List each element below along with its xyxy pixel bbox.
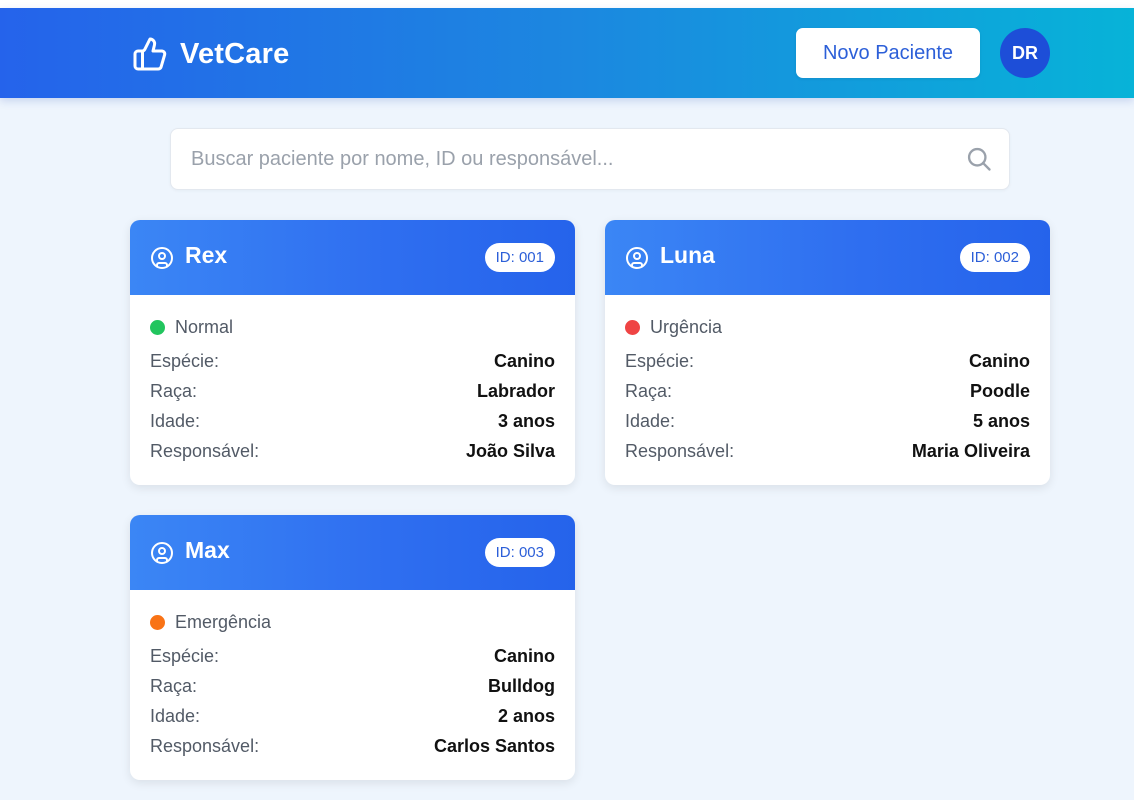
thumbs-up-icon	[133, 37, 167, 71]
field-label: Idade:	[150, 706, 201, 726]
search-bar	[170, 128, 1010, 190]
field-label: Espécie:	[150, 646, 220, 666]
field-value: 3 anos	[497, 411, 555, 431]
status-dot	[625, 319, 640, 335]
app-header: VetCare Novo Paciente DR	[0, 8, 1134, 98]
patient-card[interactable]: Max ID: 003 Emergência Espécie: Canino R…	[130, 515, 575, 780]
patient-id-badge: ID: 001	[484, 243, 555, 272]
patient-name: Rex	[185, 242, 228, 268]
field-age: Idade: 2 anos	[150, 706, 555, 730]
search-icon[interactable]	[965, 145, 993, 173]
status-label: Urgência	[650, 316, 723, 337]
field-species: Espécie: Canino	[150, 646, 555, 670]
field-value: Poodle	[969, 381, 1030, 401]
field-value: Canino	[969, 351, 1030, 371]
field-label: Idade:	[625, 411, 676, 431]
field-species: Espécie: Canino	[625, 351, 1030, 375]
patient-card-header: Rex ID: 001	[130, 220, 575, 295]
new-patient-button[interactable]: Novo Paciente	[796, 28, 980, 78]
patient-status: Normal	[150, 316, 233, 338]
status-label: Emergência	[175, 611, 272, 632]
field-value: Labrador	[476, 381, 555, 401]
patient-name: Luna	[660, 242, 715, 268]
field-owner: Responsável: João Silva	[150, 441, 555, 465]
field-label: Responsável:	[625, 441, 735, 461]
patient-status: Emergência	[150, 611, 271, 633]
patient-id-badge: ID: 003	[484, 538, 555, 567]
field-owner: Responsável: Carlos Santos	[150, 736, 555, 760]
patient-id-badge: ID: 002	[959, 243, 1030, 272]
search-input[interactable]	[171, 129, 931, 189]
status-dot	[150, 319, 165, 335]
field-label: Raça:	[625, 381, 673, 401]
field-value: Carlos Santos	[433, 736, 555, 756]
brand[interactable]: VetCare	[132, 34, 289, 74]
field-owner: Responsável: Maria Oliveira	[625, 441, 1030, 465]
field-label: Idade:	[150, 411, 201, 431]
field-value: Maria Oliveira	[911, 441, 1030, 461]
field-value: 5 anos	[972, 411, 1030, 431]
field-value: Canino	[494, 351, 555, 371]
field-value: Bulldog	[488, 676, 555, 696]
field-label: Responsável:	[150, 441, 260, 461]
avatar[interactable]: DR	[1000, 28, 1050, 78]
field-age: Idade: 3 anos	[150, 411, 555, 435]
app-title: VetCare	[180, 37, 290, 70]
patient-card-header: Max ID: 003	[130, 515, 575, 590]
field-value: João Silva	[465, 441, 555, 461]
user-circle-icon	[151, 247, 173, 269]
field-age: Idade: 5 anos	[625, 411, 1030, 435]
patient-name: Max	[185, 537, 230, 563]
field-breed: Raça: Poodle	[625, 381, 1030, 405]
patient-status: Urgência	[625, 316, 722, 338]
patient-card-header: Luna ID: 002	[605, 220, 1050, 295]
field-label: Espécie:	[150, 351, 220, 371]
field-value: 2 anos	[497, 706, 555, 726]
status-label: Normal	[175, 316, 234, 337]
user-circle-icon	[151, 542, 173, 564]
status-dot	[150, 614, 165, 630]
patient-card[interactable]: Luna ID: 002 Urgência Espécie: Canino Ra…	[605, 220, 1050, 485]
field-label: Raça:	[150, 676, 198, 696]
field-breed: Raça: Bulldog	[150, 676, 555, 700]
field-label: Responsável:	[150, 736, 260, 756]
top-strip	[0, 0, 1134, 8]
user-circle-icon	[626, 247, 648, 269]
field-breed: Raça: Labrador	[150, 381, 555, 405]
field-label: Raça:	[150, 381, 198, 401]
field-label: Espécie:	[625, 351, 695, 371]
field-species: Espécie: Canino	[150, 351, 555, 375]
patient-card[interactable]: Rex ID: 001 Normal Espécie: Canino Raça:…	[130, 220, 575, 485]
field-value: Canino	[494, 646, 555, 666]
